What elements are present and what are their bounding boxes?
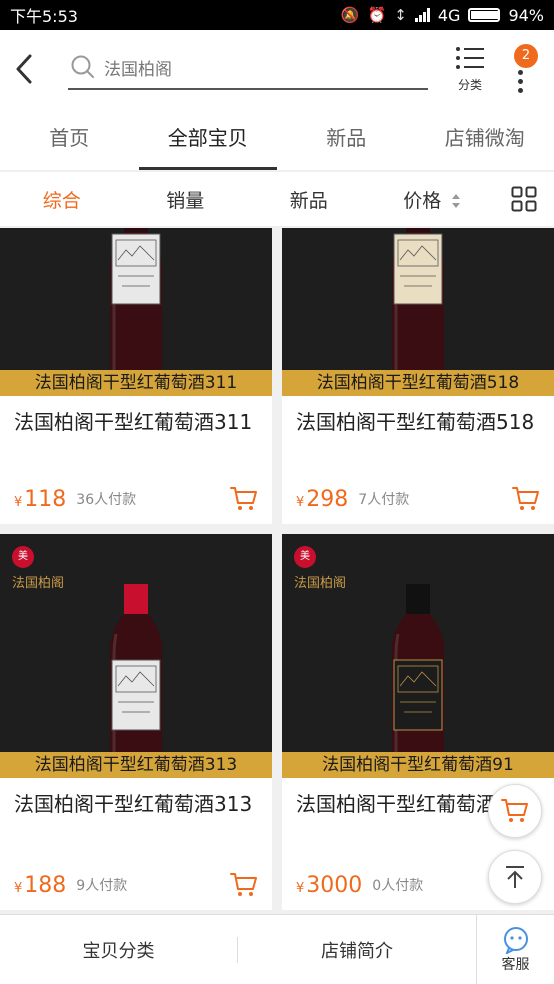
price-value: 3000 <box>306 873 363 898</box>
brand-logo: 美 法国柏阁 <box>294 546 364 591</box>
item-category-button[interactable]: 宝贝分类 <box>0 936 238 963</box>
more-vertical-icon <box>518 70 524 97</box>
category-button[interactable]: 分类 <box>448 46 492 98</box>
cart-icon <box>501 799 528 822</box>
top-header: 法国柏阁 分类 2 <box>0 30 554 110</box>
price-value: 188 <box>24 873 67 898</box>
signal-icon <box>414 8 430 22</box>
product-card-311[interactable]: 法国柏阁干型红葡萄酒311 法国柏阁干型红葡萄酒311 ¥118 36人付款 <box>0 228 272 524</box>
product-photo: 法国柏阁干型红葡萄酒311 <box>0 228 272 396</box>
product-title: 法国柏阁干型红葡萄酒313 <box>14 792 253 816</box>
sort-sales[interactable]: 销量 <box>124 186 248 213</box>
sort-price[interactable]: 价格 <box>371 186 495 213</box>
product-banner: 法国柏阁干型红葡萄酒91 <box>282 752 554 778</box>
product-price: ¥188 <box>14 873 66 898</box>
product-price-row: ¥188 9人付款 <box>0 864 272 898</box>
arrow-up-icon <box>506 866 524 888</box>
wine-bottle-image <box>392 584 444 752</box>
sort-new[interactable]: 新品 <box>247 186 371 213</box>
customer-service-label: 客服 <box>501 956 530 973</box>
price-value: 118 <box>24 487 67 512</box>
product-banner: 法国柏阁干型红葡萄酒313 <box>0 752 272 778</box>
status-icons: 🔕 ⏰ ↕ 4G 94% <box>341 6 544 25</box>
product-price-row: ¥298 7人付款 <box>282 478 554 512</box>
wine-bottle-image <box>110 228 162 370</box>
back-button[interactable] <box>12 52 40 86</box>
category-label: 分类 <box>457 78 482 92</box>
search-input[interactable]: 法国柏阁 <box>68 46 428 90</box>
currency-symbol: ¥ <box>14 495 23 510</box>
brand-seal-icon: 美 <box>294 546 316 568</box>
search-icon <box>71 55 94 78</box>
tab-all-items[interactable]: 全部宝贝 <box>138 110 278 170</box>
notification-badge: 2 <box>514 44 538 68</box>
list-icon <box>456 47 484 69</box>
product-photo: 法国柏阁干型红葡萄酒518 <box>282 228 554 396</box>
sort-overall[interactable]: 综合 <box>0 186 124 213</box>
grid-view-toggle[interactable] <box>494 172 554 226</box>
store-tabs: 首页 全部宝贝 新品 店铺微淘 <box>0 110 554 170</box>
product-title: 法国柏阁干型红葡萄酒311 <box>14 410 253 434</box>
product-price: ¥3000 <box>296 873 362 898</box>
mute-icon: 🔕 <box>340 6 360 24</box>
tab-store-feed[interactable]: 店铺微淘 <box>416 110 554 170</box>
sold-count: 36人付款 <box>76 492 137 508</box>
back-to-top-button[interactable] <box>488 850 542 904</box>
brand-seal-icon: 美 <box>12 546 34 568</box>
product-price: ¥118 <box>14 487 66 512</box>
sort-price-label: 价格 <box>403 189 442 212</box>
wine-bottle-image <box>392 228 444 370</box>
cart-icon <box>230 487 257 510</box>
store-intro-button[interactable]: 店铺简介 <box>238 937 476 963</box>
add-to-cart-button[interactable] <box>230 486 258 512</box>
cart-icon <box>230 873 257 896</box>
floating-cart-button[interactable] <box>488 784 542 838</box>
sort-bar: 综合 销量 新品 价格 <box>0 172 554 226</box>
search-placeholder: 法国柏阁 <box>104 59 172 80</box>
brand-logo-text: 法国柏阁 <box>294 576 347 591</box>
cart-icon <box>512 487 539 510</box>
currency-symbol: ¥ <box>14 881 23 896</box>
status-time: 下午5:53 <box>10 7 78 26</box>
product-card-518[interactable]: 法国柏阁干型红葡萄酒518 法国柏阁干型红葡萄酒518 ¥298 7人付款 <box>282 228 554 524</box>
brand-logo: 美 法国柏阁 <box>12 546 82 591</box>
network-type: 4G <box>437 5 461 25</box>
wine-bottle-image <box>110 584 162 752</box>
bottom-bar: 宝贝分类 店铺简介 客服 <box>0 914 554 984</box>
add-to-cart-button[interactable] <box>230 872 258 898</box>
currency-symbol: ¥ <box>296 495 305 510</box>
more-menu-button[interactable]: 2 <box>504 44 544 96</box>
product-title: 法国柏阁干型红葡萄酒518 <box>296 410 535 434</box>
back-arrow-icon <box>16 54 32 84</box>
product-banner: 法国柏阁干型红葡萄酒518 <box>282 370 554 396</box>
customer-service-button[interactable]: 客服 <box>476 914 554 984</box>
tab-new[interactable]: 新品 <box>277 110 416 170</box>
product-price-row: ¥118 36人付款 <box>0 478 272 512</box>
product-photo: 美 法国柏阁 法国柏阁干型红葡萄酒91 <box>282 534 554 778</box>
sold-count: 9人付款 <box>76 878 128 894</box>
alarm-icon: ⏰ <box>367 6 387 24</box>
brand-logo-text: 法国柏阁 <box>12 576 65 591</box>
product-banner: 法国柏阁干型红葡萄酒311 <box>0 370 272 396</box>
chat-bubble-icon <box>503 926 528 954</box>
status-bar: 下午5:53 🔕 ⏰ ↕ 4G 94% <box>0 0 554 30</box>
add-to-cart-button[interactable] <box>512 486 540 512</box>
tab-home[interactable]: 首页 <box>0 110 139 170</box>
product-card-313[interactable]: 美 法国柏阁 法国柏阁干型红葡萄酒313 法国柏阁干型红葡萄酒313 ¥188 … <box>0 534 272 910</box>
vibrate-icon: ↕ <box>394 6 407 24</box>
currency-symbol: ¥ <box>296 881 305 896</box>
battery-percent: 94% <box>508 5 544 25</box>
grid-icon <box>511 186 537 212</box>
price-value: 298 <box>306 487 349 512</box>
product-price: ¥298 <box>296 487 348 512</box>
sort-arrows-icon <box>452 194 461 208</box>
sold-count: 7人付款 <box>358 492 410 508</box>
product-photo: 美 法国柏阁 法国柏阁干型红葡萄酒313 <box>0 534 272 778</box>
battery-icon <box>468 8 501 22</box>
